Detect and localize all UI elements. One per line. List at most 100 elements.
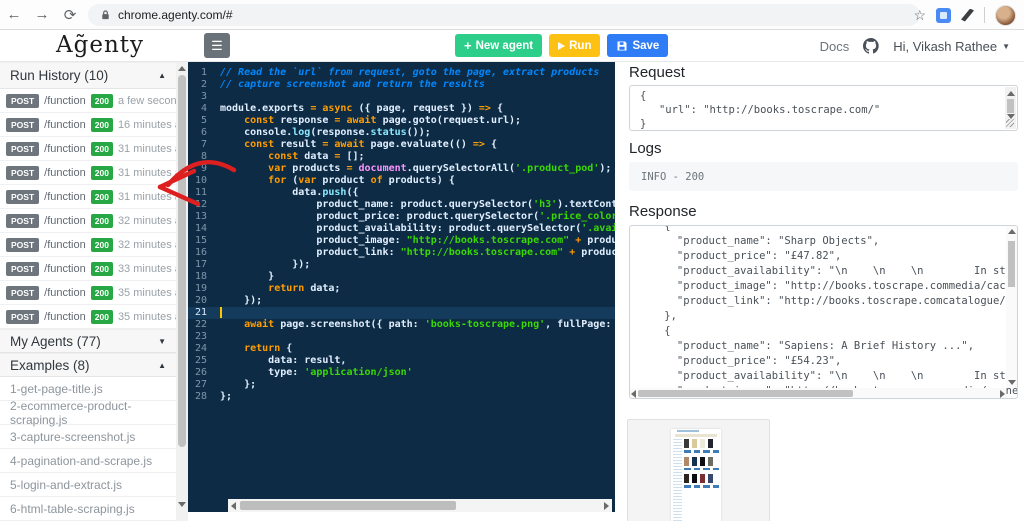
run-history-item[interactable]: POST/function 200 31 minutes ago [0, 185, 176, 209]
scroll-right-icon[interactable] [604, 502, 609, 510]
line-number: 20 [194, 295, 207, 306]
code-line: 28}; [188, 391, 615, 403]
refresh-icon[interactable]: ⟳ [56, 6, 84, 24]
timestamp: 33 minutes ago [117, 262, 176, 275]
timestamp: 31 minutes ago [117, 190, 176, 203]
new-agent-button[interactable]: + New agent [455, 34, 543, 57]
code-line: 8 const data = []; [188, 151, 615, 163]
run-history-item[interactable]: POST/function 200 32 minutes ago [0, 209, 176, 233]
code-text: return { [244, 343, 293, 354]
line-number: 2 [200, 79, 207, 90]
run-history-item[interactable]: POST/function 200 35 minutes ago [0, 305, 176, 329]
run-history-item[interactable]: POST/function 200 a few seconds ago [0, 89, 176, 113]
code-text: console.log(response.status()); [220, 127, 431, 138]
run-history-item[interactable]: POST/function 200 32 minutes ago [0, 233, 176, 257]
mini-book-cover [692, 474, 697, 483]
line-number: 22 [194, 319, 207, 330]
scroll-up-icon[interactable] [178, 66, 186, 71]
scroll-up-icon[interactable] [1008, 229, 1016, 234]
back-icon[interactable]: ← [0, 6, 28, 23]
examples-list: 1-get-page-title.js 2-ecommerce-product-s… [0, 377, 176, 521]
mini-book-cover [700, 456, 705, 466]
example-item[interactable]: 6-html-table-scraping.js [0, 497, 176, 521]
scroll-up-icon[interactable] [1007, 91, 1015, 96]
mini-add-button [693, 467, 700, 470]
line-number: 27 [194, 379, 207, 390]
code-line: 1 // Read the `url` from request, goto th… [188, 67, 615, 79]
docs-link[interactable]: Docs [820, 39, 850, 54]
hamburger-menu-button[interactable]: ☰ [204, 33, 230, 58]
run-history-item[interactable]: POST/function 200 16 minutes ago [0, 113, 176, 137]
code-text: const data = []; [268, 151, 365, 162]
forward-icon[interactable]: → [28, 6, 56, 23]
my-agents-header[interactable]: My Agents (77) ▼ [0, 329, 176, 353]
agenty-logo[interactable]: Ag̃enty [56, 32, 144, 58]
mini-add-button [693, 485, 700, 488]
scroll-right-icon[interactable] [1000, 390, 1005, 398]
sidebar-scrollbar[interactable] [176, 62, 188, 521]
response-horizontal-scrollbar[interactable] [630, 388, 1006, 398]
status-badge: 200 [90, 93, 113, 108]
run-history-item[interactable]: POST/function 200 33 minutes ago [0, 257, 176, 281]
timestamp: 16 minutes ago [117, 118, 176, 131]
run-history-item[interactable]: POST/function 200 35 minutes ago [0, 281, 176, 305]
code-text: data: result, [220, 355, 347, 366]
address-bar[interactable]: chrome.agenty.com/# [88, 4, 920, 26]
github-icon[interactable] [863, 38, 879, 54]
code-line: 15 product_image: "http://books.toscrape… [188, 235, 615, 247]
mini-add-button [712, 450, 719, 453]
chevron-up-icon: ▲ [158, 360, 166, 370]
example-item[interactable]: 2-ecommerce-product-scraping.js [0, 399, 176, 427]
code-text: product_image: "http://books.toscrape.co… [220, 235, 615, 246]
browser-profile-avatar[interactable] [995, 4, 1016, 26]
bookmark-star-icon[interactable]: ☆ [913, 7, 926, 24]
line-number: 13 [194, 211, 207, 222]
scroll-down-icon[interactable] [1008, 380, 1016, 385]
extension-icon[interactable] [936, 7, 951, 23]
editor-horizontal-scrollbar[interactable] [228, 499, 612, 512]
example-item[interactable]: 5-login-and-extract.js [0, 473, 176, 497]
resize-grip[interactable] [1006, 119, 1014, 127]
mini-add-button [693, 450, 700, 453]
scrollbar-thumb[interactable] [1008, 241, 1015, 287]
line-number: 14 [194, 223, 207, 234]
request-scrollbar[interactable] [1005, 87, 1016, 129]
response-box[interactable]: { "product_name": "Sharp Objects", "prod… [629, 225, 1018, 399]
run-history-item[interactable]: POST/function 200 31 minutes ago [0, 137, 176, 161]
play-icon [558, 41, 566, 50]
code-text: }; [220, 379, 257, 390]
mini-book-cover [684, 439, 689, 448]
scrollbar-thumb[interactable] [1007, 99, 1014, 113]
url-text[interactable]: chrome.agenty.com/# [118, 8, 233, 22]
response-vertical-scrollbar[interactable] [1006, 226, 1017, 388]
sidebar: Run History (10) ▲ POST/function 200 a few… [0, 62, 176, 521]
save-button[interactable]: Save [607, 34, 669, 57]
request-json[interactable]: { "url": "http://books.toscrape.com/" } [640, 89, 1007, 130]
run-history-header[interactable]: Run History (10) ▲ [0, 62, 176, 89]
example-item[interactable]: 4-pagination-and-scrape.js [0, 449, 176, 473]
mini-add-button [684, 485, 691, 488]
code-editor[interactable]: 1 // Read the `url` from request, goto th… [188, 62, 615, 512]
pen-extension-icon[interactable] [961, 8, 974, 22]
scrollbar-thumb[interactable] [240, 501, 456, 510]
line-number: 8 [200, 151, 207, 162]
examples-header[interactable]: Examples (8) ▲ [0, 353, 176, 377]
timestamp: 35 minutes ago [117, 286, 176, 299]
request-input[interactable]: { "url": "http://books.toscrape.com/" } [629, 85, 1018, 131]
user-menu[interactable]: Hi, Vikash Rathee ▼ [893, 39, 1010, 54]
screenshot-thumbnail[interactable] [627, 419, 770, 521]
run-button[interactable]: Run [549, 34, 601, 57]
scroll-left-icon[interactable] [631, 390, 636, 398]
example-item[interactable]: 1-get-page-title.js [0, 377, 176, 401]
scrollbar-thumb[interactable] [178, 75, 186, 447]
code-line: 9 var products = document.querySelectorA… [188, 163, 615, 175]
code-text: await page.screenshot({ path: 'books-tos… [244, 319, 615, 330]
scroll-down-icon[interactable] [178, 502, 186, 507]
scrollbar-thumb[interactable] [638, 389, 853, 397]
code-text: }); [220, 295, 263, 306]
code-line: 5 const response = await page.goto(reque… [188, 115, 615, 127]
code-text: const result = await page.evaluate(() =>… [244, 139, 497, 150]
scroll-left-icon[interactable] [231, 502, 236, 510]
example-item[interactable]: 3-capture-screenshot.js [0, 425, 176, 449]
run-history-item[interactable]: POST/function 200 31 minutes ago [0, 161, 176, 185]
